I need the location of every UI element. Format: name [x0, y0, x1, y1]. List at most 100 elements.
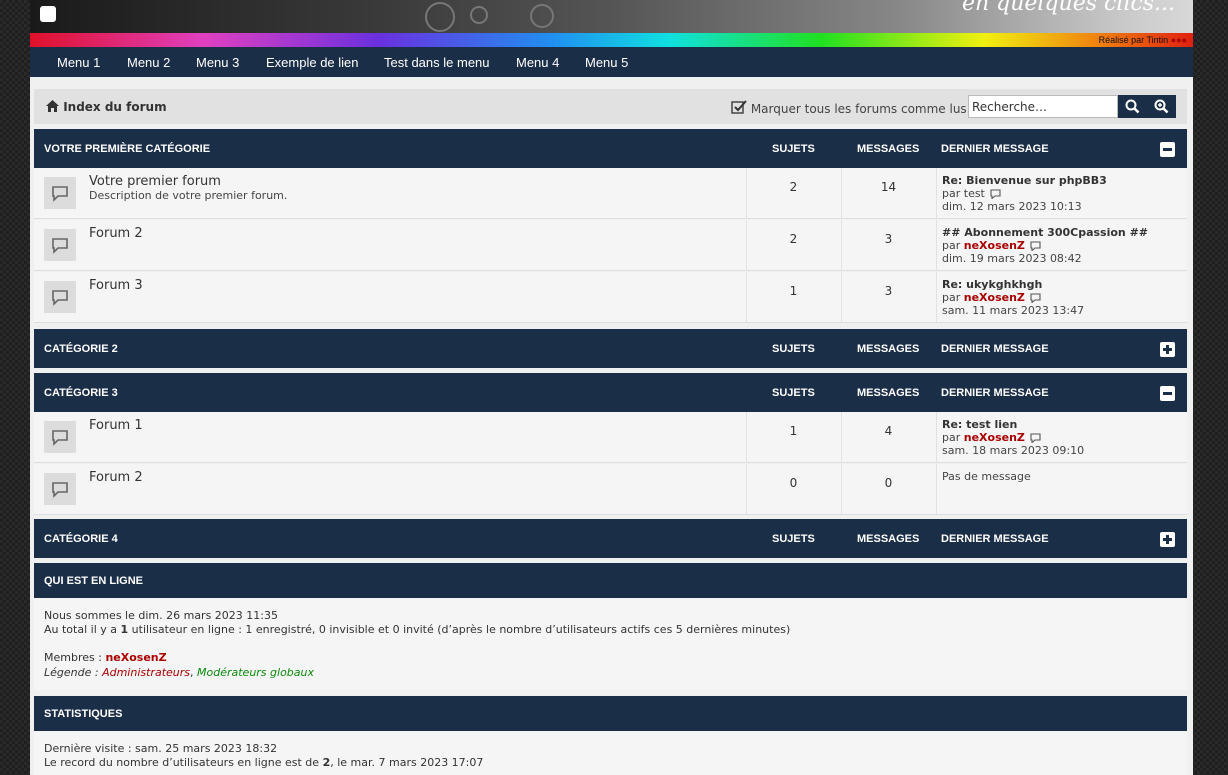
collapse-toggle-icon[interactable]: [1160, 142, 1175, 157]
legend-admins-link[interactable]: Administrateurs: [102, 666, 190, 679]
nav-menu-1[interactable]: Menu 1: [57, 55, 100, 70]
last-post-author[interactable]: neXosenZ: [964, 291, 1025, 304]
online-header: QUI EST EN LIGNE: [34, 563, 1187, 598]
breadcrumb-bar: Index du forum Marquer tous les forums c…: [34, 89, 1187, 124]
category-title[interactable]: VOTRE PREMIÈRE CATÉGORIE: [44, 143, 210, 155]
legend-moderators-link[interactable]: Modérateurs globaux: [197, 666, 314, 679]
last-post-author[interactable]: test: [964, 187, 985, 200]
category-title[interactable]: CATÉGORIE 4: [44, 533, 118, 545]
category-title[interactable]: CATÉGORIE 3: [44, 387, 118, 399]
last-post-title[interactable]: Re: ukykghkhgh: [942, 278, 1042, 291]
category-header: VOTRE PREMIÈRE CATÉGORIE SUJETS MESSAGES…: [34, 129, 1187, 168]
nav-menu-4[interactable]: Menu 4: [516, 55, 559, 70]
nav-menu-2[interactable]: Menu 2: [127, 55, 170, 70]
column-topics: SUJETS: [772, 533, 815, 545]
last-visit: Dernière visite : sam. 25 mars 2023 18:3…: [44, 742, 278, 755]
column-posts: MESSAGES: [857, 143, 920, 155]
forum-row: Forum 3 1 3 Re: ukykghkhgh par neXosenZ …: [34, 272, 1187, 323]
statistics-body: Dernière visite : sam. 25 mars 2023 18:3…: [34, 731, 1187, 775]
check-mark-icon: [731, 100, 747, 114]
last-post-author[interactable]: neXosenZ: [964, 239, 1025, 252]
view-latest-post-icon[interactable]: [990, 189, 1001, 199]
credit-mark-icon: ●●●: [1170, 35, 1187, 45]
forum-read-icon: [44, 473, 76, 505]
forum-read-icon: [44, 281, 76, 313]
nav-menu-5[interactable]: Menu 5: [585, 55, 628, 70]
column-last-post: DERNIER MESSAGE: [941, 387, 1049, 399]
online-total-count: 1: [120, 623, 129, 636]
main-navbar: Menu 1 Menu 2 Menu 3 Exemple de lien Tes…: [30, 47, 1193, 77]
last-post-date: dim. 19 mars 2023 08:42: [942, 252, 1082, 265]
by-label: par: [942, 239, 961, 252]
topic-count: 0: [789, 476, 798, 490]
breadcrumb-home-label[interactable]: Index du forum: [63, 100, 166, 114]
credit-text: Réalisé par Tintin ●●●: [1099, 35, 1187, 45]
forum-read-icon: [44, 421, 76, 453]
last-post-date: dim. 12 mars 2023 10:13: [942, 200, 1082, 213]
legend: Légende : Administrateurs, Modérateurs g…: [44, 666, 314, 680]
last-post-title[interactable]: ## Abonnement 300Cpassion ##: [942, 226, 1148, 239]
advanced-search-button[interactable]: [1147, 95, 1176, 118]
forum-read-icon: [44, 177, 76, 209]
nav-test-menu[interactable]: Test dans le menu: [384, 55, 490, 70]
online-total: Au total il y a 1 utilisateur en ligne :…: [44, 623, 790, 637]
post-count: 3: [884, 284, 893, 298]
post-count: 3: [884, 232, 893, 246]
site-logo-icon[interactable]: [40, 6, 56, 22]
breadcrumb[interactable]: Index du forum: [46, 99, 167, 114]
credit-prefix: Réalisé par: [1098, 35, 1145, 45]
last-post-info: Re: test lien par neXosenZ sam. 18 mars …: [942, 418, 1084, 457]
post-count: 4: [884, 424, 893, 438]
last-post-date: sam. 11 mars 2023 13:47: [942, 304, 1085, 317]
statistics-title[interactable]: STATISTIQUES: [44, 708, 122, 720]
search-button[interactable]: [1118, 95, 1147, 118]
forum-name[interactable]: Forum 2: [89, 470, 143, 485]
topic-count: 1: [789, 284, 798, 298]
collapse-toggle-icon[interactable]: [1160, 386, 1175, 401]
record-suffix: , le mar. 7 mars 2023 17:07: [330, 756, 484, 769]
view-latest-post-icon[interactable]: [1030, 241, 1041, 251]
forum-name[interactable]: Votre premier forum: [89, 174, 221, 189]
category-header: CATÉGORIE 4 SUJETS MESSAGES DERNIER MESS…: [34, 519, 1187, 558]
nav-menu-3[interactable]: Menu 3: [196, 55, 239, 70]
last-post-title[interactable]: Re: test lien: [942, 418, 1017, 431]
search-input[interactable]: [968, 95, 1118, 118]
forum-name[interactable]: Forum 2: [89, 226, 143, 241]
view-latest-post-icon[interactable]: [1030, 293, 1041, 303]
post-count: 0: [884, 476, 893, 490]
knob-decoration-icon: [470, 6, 488, 24]
record-prefix: Le record du nombre d’utilisateurs en li…: [44, 756, 320, 769]
mark-all-read-label[interactable]: Marquer tous les forums comme lus: [751, 102, 967, 116]
last-post-info: ## Abonnement 300Cpassion ## par neXosen…: [942, 226, 1148, 265]
last-post-info: Re: Bienvenue sur phpBB3 par test dim. 1…: [942, 174, 1107, 213]
expand-toggle-icon[interactable]: [1160, 342, 1175, 357]
forum-row: Forum 2 2 3 ## Abonnement 300Cpassion ##…: [34, 220, 1187, 271]
last-post-author[interactable]: neXosenZ: [964, 431, 1025, 444]
topic-count: 1: [789, 424, 798, 438]
forum-name[interactable]: Forum 1: [89, 418, 143, 433]
advanced-search-icon: [1154, 99, 1169, 114]
expand-toggle-icon[interactable]: [1160, 532, 1175, 547]
current-time: Nous sommes le dim. 26 mars 2023 11:35: [44, 609, 279, 622]
forum-row: Forum 2 0 0 Pas de message: [34, 464, 1187, 515]
nav-example-link[interactable]: Exemple de lien: [266, 55, 359, 70]
view-latest-post-icon[interactable]: [1030, 433, 1041, 443]
forum-name[interactable]: Forum 3: [89, 278, 143, 293]
page-wrapper: en quelques clics... Réalisé par Tintin …: [30, 0, 1193, 775]
online-total-prefix: Au total il y a: [44, 623, 117, 636]
site-slogan: en quelques clics...: [961, 0, 1175, 16]
column-last-post: DERNIER MESSAGE: [941, 533, 1049, 545]
mark-all-read-link[interactable]: Marquer tous les forums comme lus: [731, 100, 967, 116]
legend-separator: ,: [190, 666, 194, 679]
topic-count: 2: [789, 180, 798, 194]
last-post-title[interactable]: Re: Bienvenue sur phpBB3: [942, 174, 1107, 187]
category-title[interactable]: CATÉGORIE 2: [44, 343, 118, 355]
by-label: par: [942, 291, 961, 304]
legend-label: Légende :: [44, 666, 99, 679]
topic-count: 2: [789, 232, 798, 246]
credit-author: Tintin: [1146, 35, 1169, 45]
column-posts: MESSAGES: [857, 387, 920, 399]
category-header: CATÉGORIE 3 SUJETS MESSAGES DERNIER MESS…: [34, 373, 1187, 412]
online-title[interactable]: QUI EST EN LIGNE: [44, 575, 143, 587]
online-member-link[interactable]: neXosenZ: [105, 651, 166, 664]
